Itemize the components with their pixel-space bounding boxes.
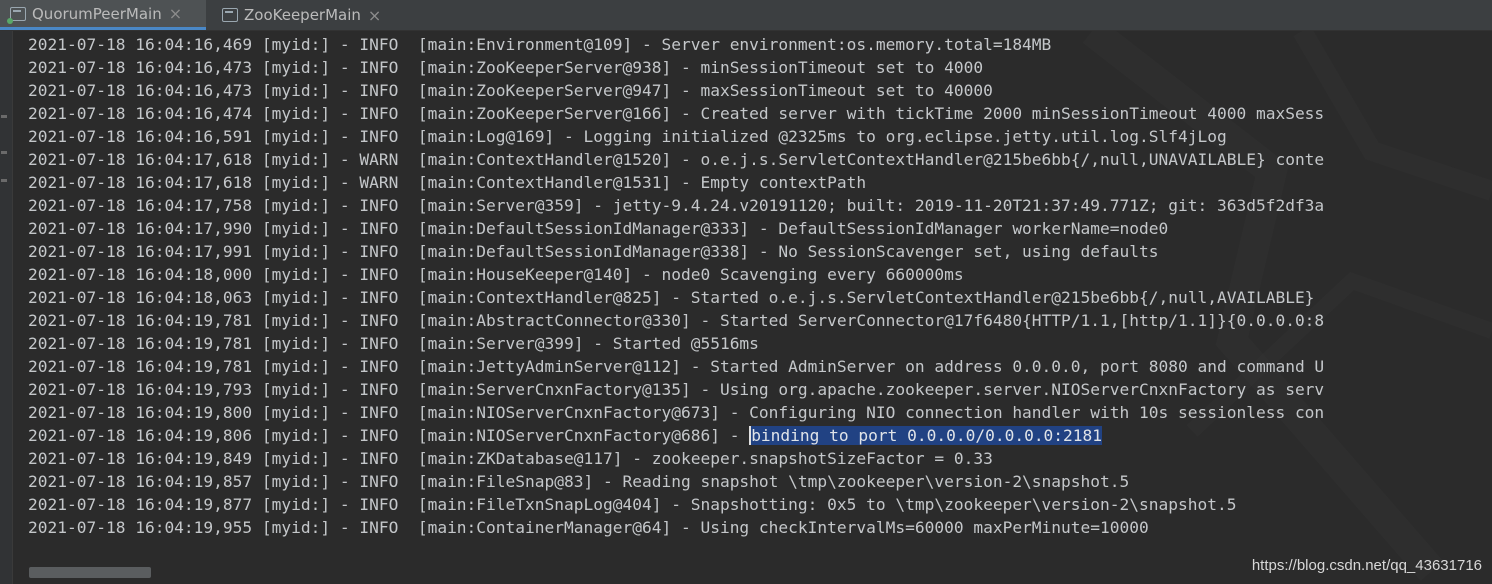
log-line: 2021-07-18 16:04:17,758 [myid:] - INFO [… xyxy=(28,196,1325,215)
log-line: 2021-07-18 16:04:19,800 [myid:] - INFO [… xyxy=(28,403,1325,422)
log-line: 2021-07-18 16:04:17,618 [myid:] - WARN [… xyxy=(28,150,1325,169)
log-line: 2021-07-18 16:04:19,857 [myid:] - INFO [… xyxy=(28,472,1130,491)
console-icon xyxy=(222,8,238,22)
horizontal-scrollbar[interactable] xyxy=(29,567,151,578)
log-line-prefix: 2021-07-18 16:04:19,806 [myid:] - INFO [… xyxy=(28,426,750,445)
log-line: 2021-07-18 16:04:19,781 [myid:] - INFO [… xyxy=(28,357,1325,376)
log-line: 2021-07-18 16:04:19,955 [myid:] - INFO [… xyxy=(28,518,1149,537)
log-line: 2021-07-18 16:04:16,469 [myid:] - INFO [… xyxy=(28,35,1052,54)
log-line: 2021-07-18 16:04:16,473 [myid:] - INFO [… xyxy=(28,81,993,100)
log-line: 2021-07-18 16:04:19,877 [myid:] - INFO [… xyxy=(28,495,1237,514)
close-icon[interactable]: × xyxy=(169,4,182,23)
log-line: 2021-07-18 16:04:18,000 [myid:] - INFO [… xyxy=(28,265,964,284)
log-line: 2021-07-18 16:04:16,591 [myid:] - INFO [… xyxy=(28,127,1227,146)
log-line: 2021-07-18 16:04:16,473 [myid:] - INFO [… xyxy=(28,58,984,77)
log-line: 2021-07-18 16:04:19,781 [myid:] - INFO [… xyxy=(28,311,1325,330)
close-icon[interactable]: × xyxy=(368,6,381,25)
log-line: 2021-07-18 16:04:19,849 [myid:] - INFO [… xyxy=(28,449,993,468)
selected-text[interactable]: binding to port 0.0.0.0/0.0.0.0:2181 xyxy=(749,426,1103,445)
log-line: 2021-07-18 16:04:18,063 [myid:] - INFO [… xyxy=(28,288,1315,307)
watermark: https://blog.csdn.net/qq_43631716 xyxy=(1251,557,1482,574)
log-line: 2021-07-18 16:04:19,781 [myid:] - INFO [… xyxy=(28,334,759,353)
log-line-highlighted: 2021-07-18 16:04:19,806 [myid:] - INFO [… xyxy=(28,424,1324,447)
console-run-icon xyxy=(7,6,26,24)
log-line: 2021-07-18 16:04:16,474 [myid:] - INFO [… xyxy=(28,104,1325,123)
tab-quorum-peer-main[interactable]: QuorumPeerMain × xyxy=(0,0,206,30)
log-line: 2021-07-18 16:04:17,991 [myid:] - INFO [… xyxy=(28,242,1159,261)
tab-label: ZooKeeperMain xyxy=(244,6,361,24)
log-line: 2021-07-18 16:04:19,793 [myid:] - INFO [… xyxy=(28,380,1325,399)
console-output[interactable]: 2021-07-18 16:04:16,469 [myid:] - INFO [… xyxy=(13,31,1492,584)
tab-zookeeper-main[interactable]: ZooKeeperMain × xyxy=(212,0,412,30)
log-line: 2021-07-18 16:04:17,618 [myid:] - WARN [… xyxy=(28,173,867,192)
run-tab-bar: QuorumPeerMain × ZooKeeperMain × xyxy=(0,0,1492,31)
log-lines: 2021-07-18 16:04:16,469 [myid:] - INFO [… xyxy=(28,33,1324,539)
left-gutter xyxy=(0,31,13,584)
tab-label: QuorumPeerMain xyxy=(32,4,162,23)
log-line: 2021-07-18 16:04:17,990 [myid:] - INFO [… xyxy=(28,219,1169,238)
